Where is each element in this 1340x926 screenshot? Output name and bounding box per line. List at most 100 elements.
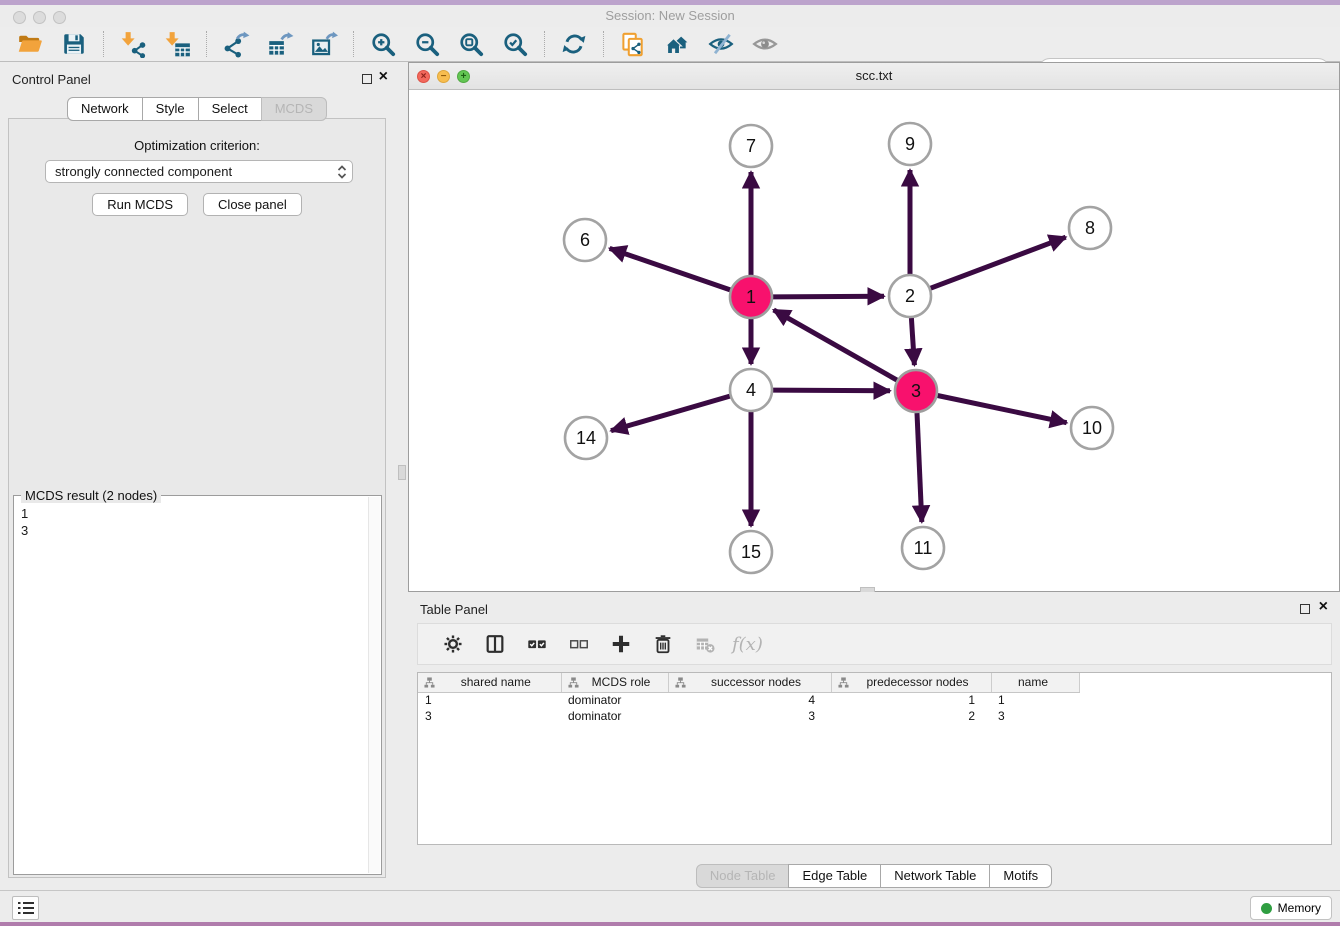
table-cell[interactable]: 1 — [991, 692, 1079, 708]
create-column-button[interactable] — [606, 629, 636, 659]
zoom-selected-button[interactable] — [500, 29, 530, 59]
list-icon — [17, 900, 35, 916]
shared-column-icon — [424, 677, 435, 688]
mcds-result-box: MCDS result (2 nodes) 1 3 — [13, 495, 382, 875]
hide-selected-button[interactable] — [706, 29, 736, 59]
save-session-button[interactable] — [59, 29, 89, 59]
memory-button[interactable]: Memory — [1250, 896, 1332, 920]
svg-text:14: 14 — [576, 428, 596, 448]
vertical-splitter-grip[interactable] — [398, 465, 406, 480]
table-cell[interactable]: dominator — [561, 708, 668, 724]
save-icon — [61, 31, 87, 57]
graph-node-2[interactable]: 2 — [889, 275, 931, 317]
graph-node-3[interactable]: 3 — [895, 370, 937, 412]
shared-column-icon — [675, 677, 686, 688]
network-graph[interactable]: 1 2 3 4 6 7 8 9 10 11 14 15 — [409, 90, 1339, 591]
graph-node-6[interactable]: 6 — [564, 219, 606, 261]
open-cyndex-button[interactable] — [662, 29, 692, 59]
table-cell[interactable]: 1 — [418, 692, 561, 708]
unselect-all-columns-button[interactable] — [564, 629, 594, 659]
zoom-out-button[interactable] — [412, 29, 442, 59]
close-panel-icon[interactable]: × — [379, 67, 388, 87]
network-canvas[interactable]: 1 2 3 4 6 7 8 9 10 11 14 15 — [409, 90, 1339, 591]
mcds-result-title: MCDS result (2 nodes) — [21, 488, 161, 503]
tab-style[interactable]: Style — [142, 97, 199, 121]
open-file-button[interactable] — [15, 29, 45, 59]
export-network-button[interactable] — [221, 29, 251, 59]
function-builder-button[interactable]: f(x) — [732, 629, 763, 659]
column-header[interactable]: successor nodes — [668, 673, 831, 692]
tab-network-table[interactable]: Network Table — [880, 864, 990, 888]
graph-edge-3-10[interactable] — [938, 396, 1067, 423]
graph-edge-1-6[interactable] — [610, 248, 731, 290]
column-header[interactable]: name — [991, 673, 1079, 692]
tab-motifs[interactable]: Motifs — [989, 864, 1052, 888]
tab-node-table[interactable]: Node Table — [696, 864, 790, 888]
row-filler — [1079, 692, 1331, 708]
select-all-columns-button[interactable] — [522, 629, 552, 659]
table-row[interactable]: 3dominator323 — [418, 708, 1331, 724]
table-cell[interactable]: 1 — [831, 692, 991, 708]
graph-edge-4-14[interactable] — [611, 396, 730, 431]
tab-select[interactable]: Select — [198, 97, 262, 121]
table-cell[interactable]: dominator — [561, 692, 668, 708]
task-history-button[interactable] — [12, 896, 39, 920]
delete-table-button[interactable] — [690, 629, 720, 659]
import-table-button[interactable] — [162, 29, 192, 59]
table-panel-header: Table Panel × — [408, 592, 1340, 626]
table-panel: Table Panel × — [408, 592, 1340, 890]
export-image-button[interactable] — [309, 29, 339, 59]
zoom-fit-icon — [458, 31, 485, 58]
graph-node-9[interactable]: 9 — [889, 123, 931, 165]
graph-node-7[interactable]: 7 — [730, 125, 772, 167]
delete-table-icon — [694, 633, 716, 655]
refresh-icon — [561, 31, 587, 57]
table-cell[interactable]: 2 — [831, 708, 991, 724]
table-options-button[interactable] — [438, 629, 468, 659]
show-all-button[interactable] — [750, 29, 780, 59]
zoom-fit-button[interactable] — [456, 29, 486, 59]
graph-node-1[interactable]: 1 — [730, 276, 772, 318]
criterion-dropdown[interactable]: strongly connected component — [45, 160, 353, 183]
table-toolbar: f(x) — [417, 623, 1332, 665]
show-column-button[interactable] — [480, 629, 510, 659]
result-scrollbar[interactable] — [368, 497, 380, 873]
float-panel-icon[interactable] — [362, 74, 372, 84]
close-panel-button[interactable]: Close panel — [203, 193, 302, 216]
table-row[interactable]: 1dominator411 — [418, 692, 1331, 708]
tab-edge-table[interactable]: Edge Table — [788, 864, 881, 888]
graph-edge-1-2[interactable] — [773, 296, 884, 297]
graph-edge-2-8[interactable] — [931, 237, 1066, 288]
graph-node-4[interactable]: 4 — [730, 369, 772, 411]
graph-node-8[interactable]: 8 — [1069, 207, 1111, 249]
tab-mcds[interactable]: MCDS — [261, 97, 327, 121]
column-header[interactable]: predecessor nodes — [831, 673, 991, 692]
graph-node-10[interactable]: 10 — [1071, 407, 1113, 449]
graph-node-11[interactable]: 11 — [902, 527, 944, 569]
table-cell[interactable]: 3 — [991, 708, 1079, 724]
tab-network[interactable]: Network — [67, 97, 143, 121]
column-header[interactable]: shared name — [418, 673, 561, 692]
table-cell[interactable]: 3 — [418, 708, 561, 724]
graph-edge-2-3[interactable] — [911, 318, 914, 365]
table-cell[interactable]: 4 — [668, 692, 831, 708]
table-cell[interactable]: 3 — [668, 708, 831, 724]
graph-edge-3-1[interactable] — [774, 310, 897, 380]
graph-edge-4-3[interactable] — [773, 390, 890, 391]
zoom-in-button[interactable] — [368, 29, 398, 59]
graph-node-15[interactable]: 15 — [730, 531, 772, 573]
column-header[interactable]: MCDS role — [561, 673, 668, 692]
criterion-value: strongly connected component — [46, 164, 332, 179]
network-window-titlebar[interactable]: × − + scc.txt — [409, 63, 1339, 90]
float-table-panel-icon[interactable] — [1300, 604, 1310, 614]
clone-network-button[interactable] — [618, 29, 648, 59]
delete-columns-button[interactable] — [648, 629, 678, 659]
export-table-button[interactable] — [265, 29, 295, 59]
run-mcds-button[interactable]: Run MCDS — [92, 193, 188, 216]
close-table-panel-icon[interactable]: × — [1319, 597, 1328, 617]
refresh-view-button[interactable] — [559, 29, 589, 59]
graph-node-14[interactable]: 14 — [565, 417, 607, 459]
graph-edge-3-11[interactable] — [917, 413, 922, 522]
svg-text:3: 3 — [911, 381, 921, 401]
import-network-button[interactable] — [118, 29, 148, 59]
